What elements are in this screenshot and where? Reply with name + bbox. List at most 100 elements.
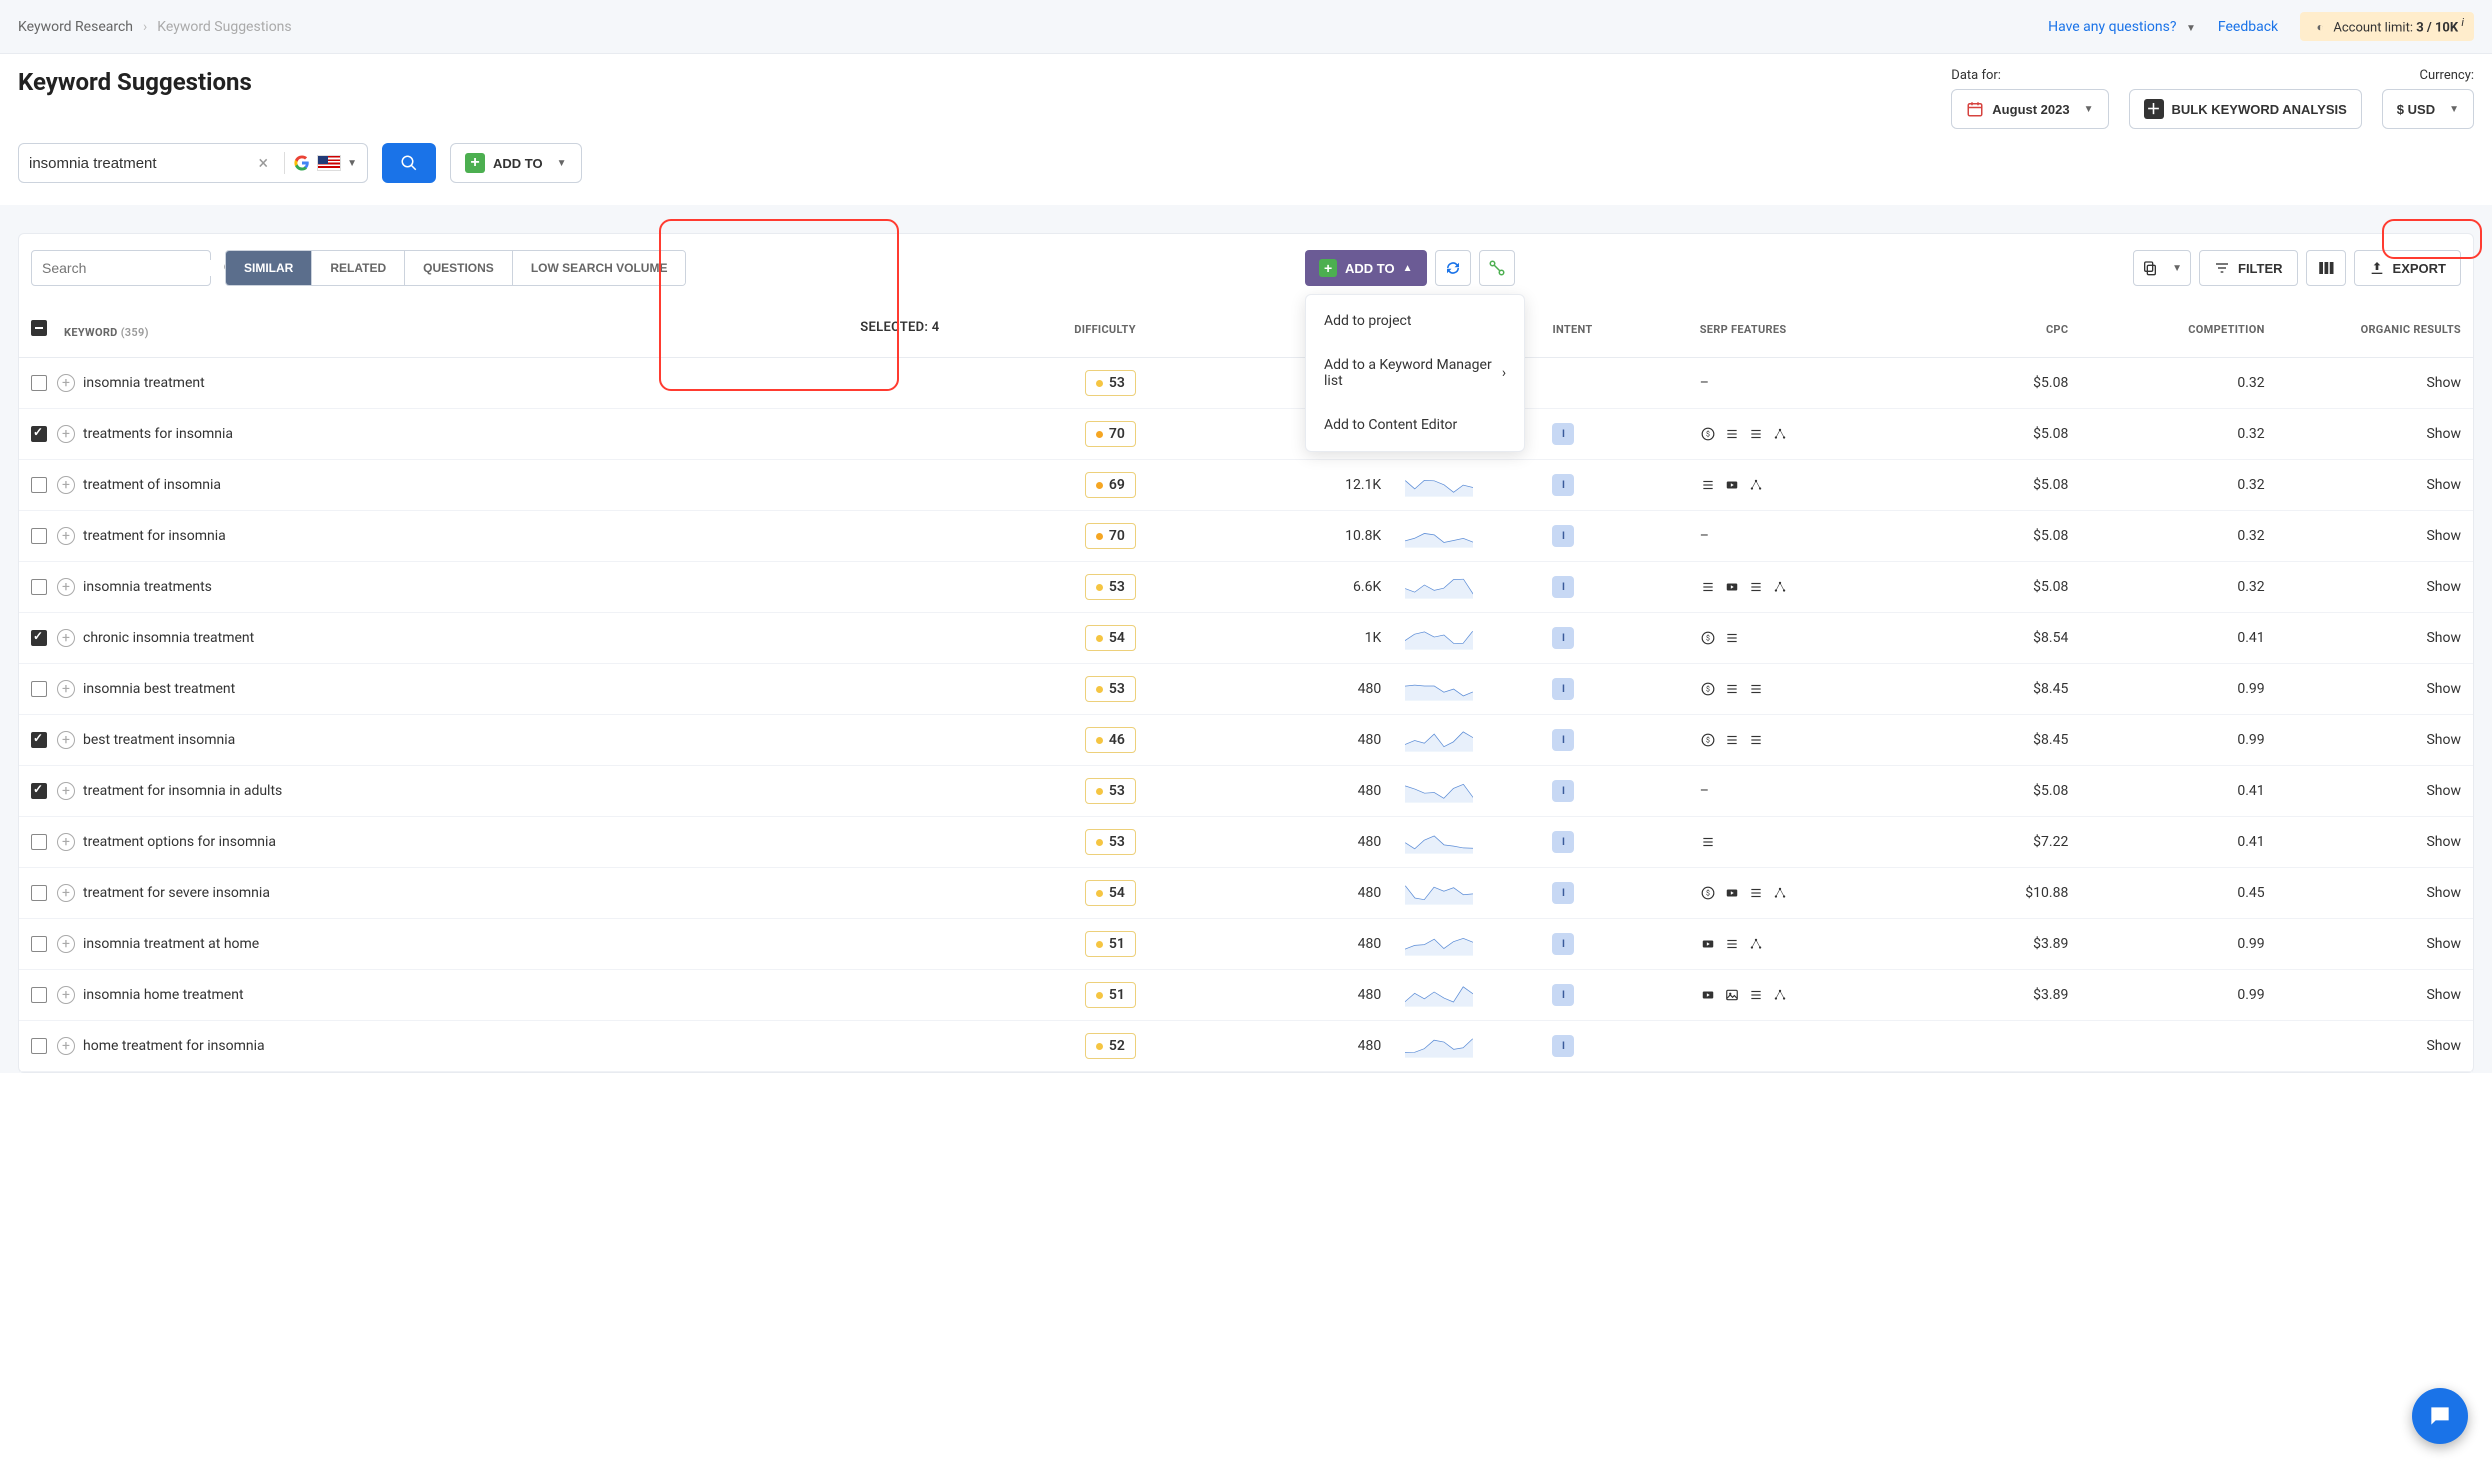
show-link[interactable]: Show bbox=[2426, 987, 2461, 1003]
col-difficulty[interactable]: DIFFICULTY bbox=[952, 302, 1148, 358]
show-link[interactable]: Show bbox=[2426, 885, 2461, 901]
row-checkbox[interactable] bbox=[31, 732, 47, 748]
row-checkbox[interactable] bbox=[31, 885, 47, 901]
show-link[interactable]: Show bbox=[2426, 681, 2461, 697]
row-checkbox[interactable] bbox=[31, 783, 47, 799]
row-checkbox[interactable] bbox=[31, 528, 47, 544]
col-competition[interactable]: COMPETITION bbox=[2080, 302, 2276, 358]
svg-text:$: $ bbox=[1706, 890, 1710, 898]
row-checkbox[interactable] bbox=[31, 426, 47, 442]
tab-similar[interactable]: SIMILAR bbox=[226, 251, 312, 285]
row-checkbox[interactable] bbox=[31, 936, 47, 952]
comp-cell: 0.32 bbox=[2080, 460, 2276, 511]
serp-cell: $ bbox=[1688, 613, 1933, 664]
breadcrumb-root[interactable]: Keyword Research bbox=[18, 19, 133, 35]
row-checkbox[interactable] bbox=[31, 681, 47, 697]
toolbar-add-to-button[interactable]: + ADD TO ▲ bbox=[1305, 250, 1427, 286]
dropdown-add-project[interactable]: Add to project bbox=[1306, 299, 1524, 343]
col-serp[interactable]: SERP FEATURES bbox=[1688, 302, 1933, 358]
cpc-cell: $10.88 bbox=[1933, 868, 2080, 919]
columns-icon bbox=[2317, 259, 2335, 277]
show-link[interactable]: Show bbox=[2426, 732, 2461, 748]
table-search[interactable] bbox=[31, 250, 211, 286]
currency-select[interactable]: $ USD▼ bbox=[2382, 89, 2474, 129]
tab-related[interactable]: RELATED bbox=[312, 251, 405, 285]
breadcrumb-current: Keyword Suggestions bbox=[157, 19, 291, 35]
dropdown-add-content-editor[interactable]: Add to Content Editor bbox=[1306, 403, 1524, 447]
col-organic[interactable]: ORGANIC RESULTS bbox=[2277, 302, 2473, 358]
export-button[interactable]: EXPORT bbox=[2354, 250, 2461, 286]
search-input[interactable] bbox=[29, 144, 250, 182]
show-link[interactable]: Show bbox=[2426, 834, 2461, 850]
show-link[interactable]: Show bbox=[2426, 426, 2461, 442]
dropdown-add-keyword-manager[interactable]: Add to a Keyword Manager list› bbox=[1306, 343, 1524, 403]
columns-button[interactable] bbox=[2306, 250, 2346, 286]
difficulty-badge: 54 bbox=[1085, 625, 1136, 651]
chevron-down-icon[interactable]: ▼ bbox=[347, 158, 357, 169]
search-button[interactable] bbox=[382, 143, 436, 183]
copy-button[interactable]: ▼ bbox=[2133, 250, 2191, 286]
show-link[interactable]: Show bbox=[2426, 528, 2461, 544]
expand-icon[interactable]: + bbox=[57, 731, 75, 749]
expand-icon[interactable]: + bbox=[57, 578, 75, 596]
expand-icon[interactable]: + bbox=[57, 374, 75, 392]
row-checkbox[interactable] bbox=[31, 1038, 47, 1054]
show-link[interactable]: Show bbox=[2426, 579, 2461, 595]
expand-icon[interactable]: + bbox=[57, 884, 75, 902]
cluster-button[interactable] bbox=[1479, 250, 1515, 286]
trend-cell bbox=[1393, 970, 1540, 1021]
row-checkbox[interactable] bbox=[31, 375, 47, 391]
show-link[interactable]: Show bbox=[2426, 630, 2461, 646]
questions-link[interactable]: Have any questions? ▼ bbox=[2048, 19, 2196, 35]
tab-lowvolume[interactable]: LOW SEARCH VOLUME bbox=[513, 251, 686, 285]
row-checkbox[interactable] bbox=[31, 987, 47, 1003]
google-icon bbox=[293, 154, 311, 172]
filter-button[interactable]: FILTER bbox=[2199, 250, 2298, 286]
refresh-button[interactable] bbox=[1435, 250, 1471, 286]
keyword-text: treatments for insomnia bbox=[83, 426, 233, 442]
expand-icon[interactable]: + bbox=[57, 629, 75, 647]
cpc-cell: $5.08 bbox=[1933, 358, 2080, 409]
row-checkbox[interactable] bbox=[31, 477, 47, 493]
main-search[interactable]: × ▼ bbox=[18, 143, 368, 183]
add-to-button[interactable]: + ADD TO▼ bbox=[450, 143, 582, 183]
bulk-analysis-button[interactable]: ＋ BULK KEYWORD ANALYSIS bbox=[2129, 89, 2362, 129]
feedback-link[interactable]: Feedback bbox=[2218, 19, 2278, 35]
col-cpc[interactable]: CPC bbox=[1933, 302, 2080, 358]
expand-icon[interactable]: + bbox=[57, 680, 75, 698]
keyword-text: best treatment insomnia bbox=[83, 732, 235, 748]
volume-cell: 480 bbox=[1148, 919, 1393, 970]
cpc-cell: $5.08 bbox=[1933, 766, 2080, 817]
expand-icon[interactable]: + bbox=[57, 935, 75, 953]
keyword-text: home treatment for insomnia bbox=[83, 1038, 265, 1054]
row-checkbox[interactable] bbox=[31, 579, 47, 595]
chat-button[interactable] bbox=[2412, 1388, 2468, 1444]
serp-cell: – bbox=[1688, 511, 1933, 562]
show-link[interactable]: Show bbox=[2426, 1038, 2461, 1054]
expand-icon[interactable]: + bbox=[57, 476, 75, 494]
volume-cell: 480 bbox=[1148, 1021, 1393, 1072]
comp-cell bbox=[2080, 1021, 2276, 1072]
tab-questions[interactable]: QUESTIONS bbox=[405, 251, 513, 285]
select-all-checkbox[interactable] bbox=[31, 320, 47, 336]
cpc-cell: $5.08 bbox=[1933, 409, 2080, 460]
row-checkbox[interactable] bbox=[31, 834, 47, 850]
expand-icon[interactable]: + bbox=[57, 527, 75, 545]
expand-icon[interactable]: + bbox=[57, 833, 75, 851]
clear-icon[interactable]: × bbox=[250, 153, 276, 174]
table-search-input[interactable] bbox=[42, 260, 223, 276]
show-link[interactable]: Show bbox=[2426, 936, 2461, 952]
row-checkbox[interactable] bbox=[31, 630, 47, 646]
expand-icon[interactable]: + bbox=[57, 425, 75, 443]
col-keyword[interactable]: KEYWORD bbox=[64, 326, 118, 339]
expand-icon[interactable]: + bbox=[57, 986, 75, 1004]
expand-icon[interactable]: + bbox=[57, 1037, 75, 1055]
difficulty-badge: 53 bbox=[1085, 778, 1136, 804]
show-link[interactable]: Show bbox=[2426, 477, 2461, 493]
expand-icon[interactable]: + bbox=[57, 782, 75, 800]
volume-cell: 480 bbox=[1148, 868, 1393, 919]
show-link[interactable]: Show bbox=[2426, 375, 2461, 391]
col-intent[interactable]: INTENT bbox=[1540, 302, 1687, 358]
date-picker[interactable]: August 2023▼ bbox=[1951, 89, 2108, 129]
show-link[interactable]: Show bbox=[2426, 783, 2461, 799]
